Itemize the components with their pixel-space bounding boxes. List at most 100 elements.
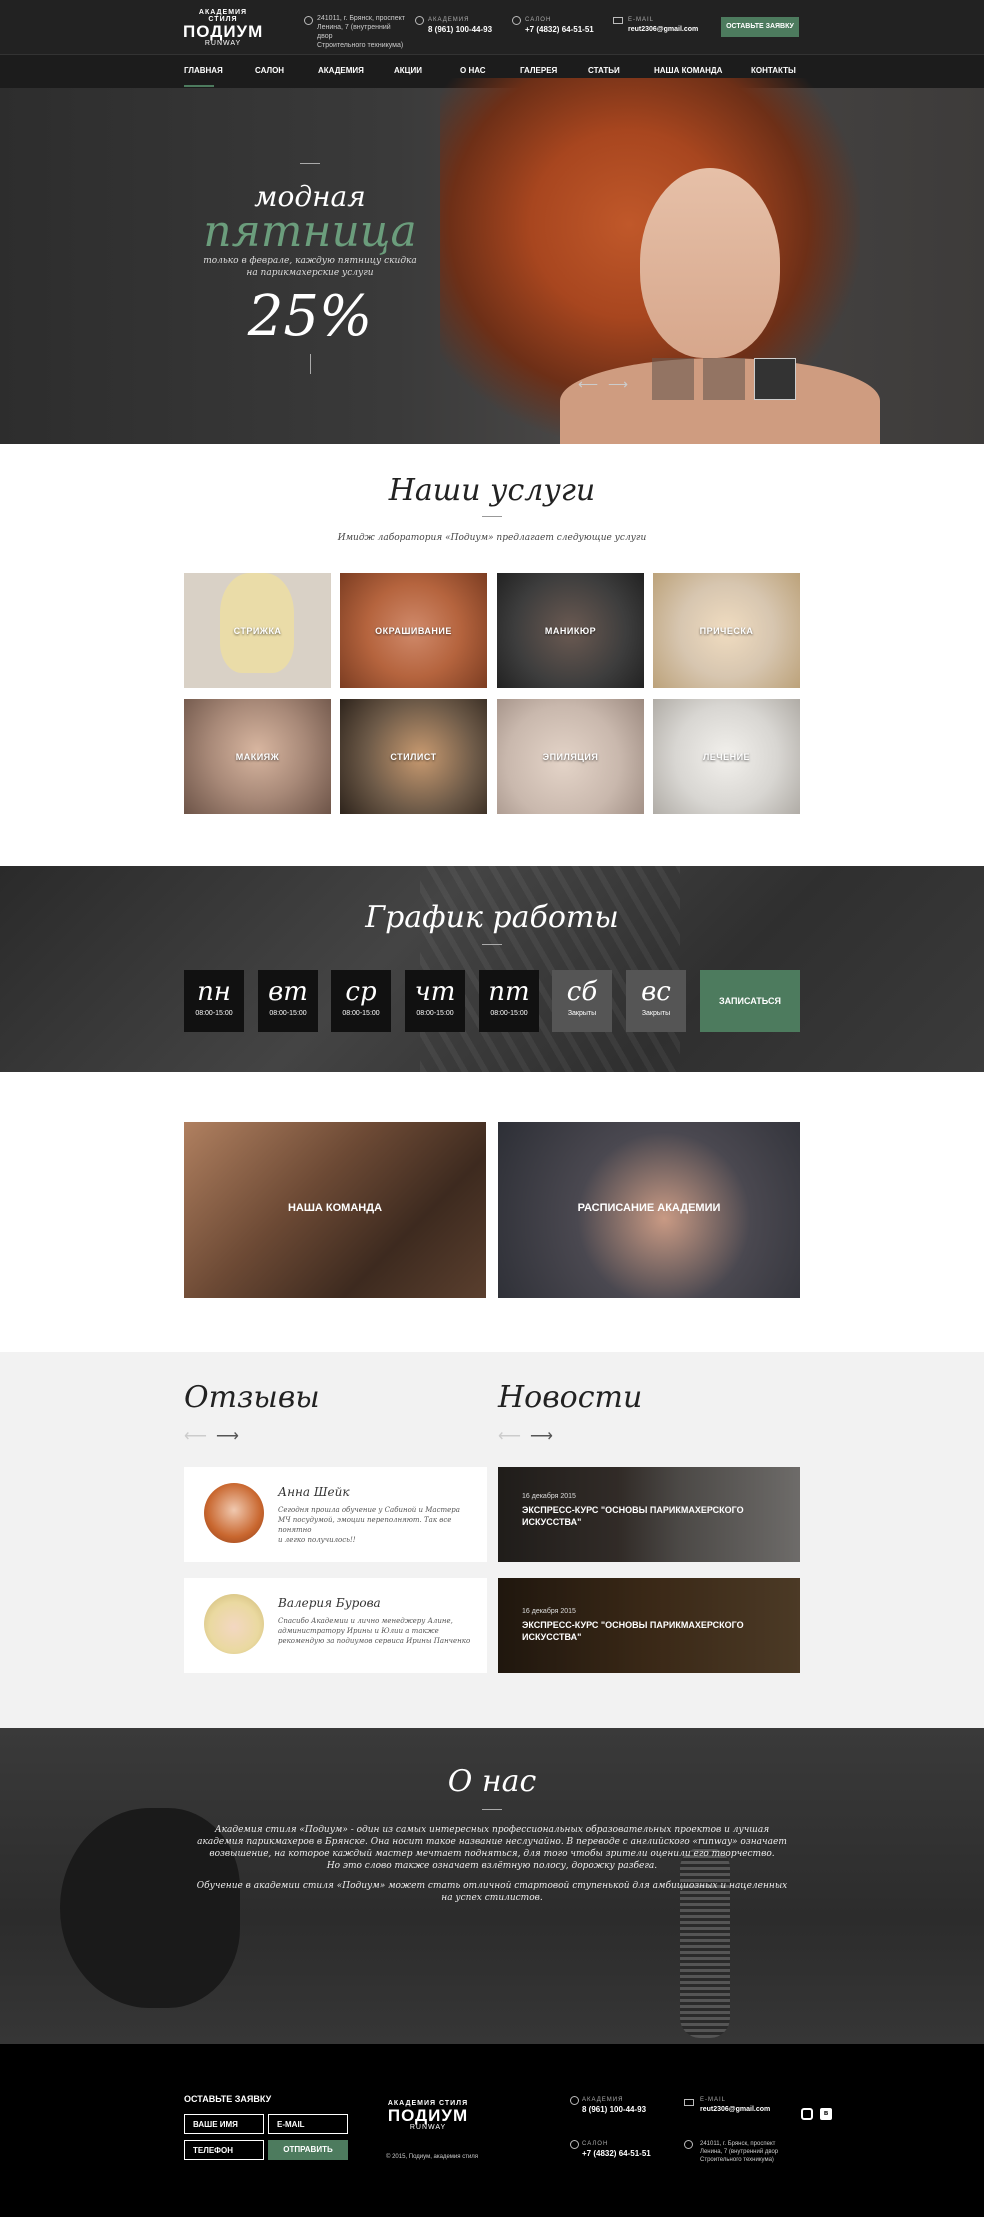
logo-main-text: ПОДИУМ bbox=[183, 22, 264, 41]
service-label: МАКИЯЖ bbox=[235, 752, 280, 762]
day-hours: Закрыты bbox=[641, 1010, 671, 1017]
mail-icon bbox=[613, 17, 623, 24]
phone-number[interactable]: 8 (961) 100-44-93 bbox=[428, 25, 492, 34]
nav-item-salon[interactable]: САЛОН bbox=[255, 66, 284, 75]
nav-item-contacts[interactable]: КОНТАКТЫ bbox=[751, 66, 796, 75]
slider-next-icon[interactable]: ⟶ bbox=[608, 376, 628, 393]
name-input[interactable]: ВАШЕ ИМЯ bbox=[184, 2114, 264, 2134]
phone-caption: АКАДЕМИЯ bbox=[428, 17, 470, 23]
schedule-day-sun: вс Закрыты bbox=[626, 970, 686, 1032]
schedule-bg-combs bbox=[420, 866, 680, 1072]
phone-number[interactable]: +7 (4832) 64-51-51 bbox=[525, 25, 594, 34]
service-tile-hairstyle[interactable]: ПРИЧЕСКА bbox=[653, 573, 800, 688]
service-tile-treatment[interactable]: ЛЕЧЕНИЕ bbox=[653, 699, 800, 814]
address-line: 241011, г. Брянск, проспект bbox=[317, 15, 405, 22]
request-button[interactable]: ОСТАВЬТЕ ЗАЯВКУ bbox=[721, 17, 799, 37]
team-promo-block[interactable]: НАША КОМАНДА bbox=[184, 1122, 486, 1298]
about-text-line: Но это слово также означает взлётную пол… bbox=[326, 1861, 658, 1871]
news-date: 16 декабря 2015 bbox=[522, 1493, 576, 1500]
copyright: © 2015, Подиум, академия стиля bbox=[386, 2154, 479, 2160]
news-card[interactable]: 16 декабря 2015 ЭКСПРЕСС-КУРС "ОСНОВЫ ПА… bbox=[498, 1578, 800, 1673]
email-link[interactable]: reut2306@gmail.com bbox=[628, 25, 698, 34]
news-title: Новости bbox=[498, 1380, 643, 1415]
address-line: Ленина, 7 (внутренний двор bbox=[700, 2149, 779, 2155]
footer-email: E-MAIL reut2306@gmail.com bbox=[700, 2096, 770, 2114]
review-text-line: и легко получилось!! bbox=[278, 1536, 356, 1544]
service-label: СТИЛИСТ bbox=[390, 752, 437, 762]
team-promo-label: НАША КОМАНДА bbox=[287, 1202, 383, 1214]
nav-item-about[interactable]: О НАС bbox=[460, 66, 486, 75]
news-headline-line: ИСКУССТВА" bbox=[522, 1517, 582, 1527]
header-email: E-MAIL reut2306@gmail.com bbox=[628, 16, 698, 34]
service-tile-haircut[interactable]: СТРИЖКА bbox=[184, 573, 331, 688]
day-hours: 08:00-15:00 bbox=[342, 1010, 380, 1017]
submit-button[interactable]: ОТПРАВИТЬ bbox=[268, 2140, 348, 2160]
footer-address: 241011, г. Брянск, проспект Ленина, 7 (в… bbox=[700, 2140, 778, 2164]
nav-item-academy[interactable]: АКАДЕМИЯ bbox=[318, 66, 364, 75]
logo[interactable]: АКАДЕМИЯ СТИЛЯ ПОДИУМ RUNWAY bbox=[183, 9, 263, 47]
day-name: пт bbox=[488, 977, 530, 1007]
schedule-day-sat: сб Закрыты bbox=[552, 970, 612, 1032]
footer-logo[interactable]: АКАДЕМИЯ СТИЛЯ ПОДИУМ RUNWAY bbox=[386, 2100, 470, 2131]
slider-thumb[interactable] bbox=[703, 358, 745, 400]
instagram-icon[interactable] bbox=[801, 2108, 813, 2120]
service-image-hair bbox=[220, 573, 294, 673]
service-tile-epilation[interactable]: ЭПИЛЯЦИЯ bbox=[497, 699, 644, 814]
top-bar: АКАДЕМИЯ СТИЛЯ ПОДИУМ RUNWAY 241011, г. … bbox=[0, 0, 984, 54]
email-link[interactable]: reut2306@gmail.com bbox=[700, 2105, 770, 2114]
phone-number[interactable]: 8 (961) 100-44-93 bbox=[582, 2105, 646, 2114]
slider-thumb-active[interactable] bbox=[754, 358, 796, 400]
signup-button[interactable]: ЗАПИСАТЬСЯ bbox=[700, 970, 800, 1032]
service-tile-coloring[interactable]: ОКРАШИВАНИЕ bbox=[340, 573, 487, 688]
email-input[interactable]: E-MAIL bbox=[268, 2114, 348, 2134]
news-date: 16 декабря 2015 bbox=[522, 1608, 576, 1615]
phone-input[interactable]: ТЕЛЕФОН bbox=[184, 2140, 264, 2160]
slider-prev-icon[interactable]: ⟵ bbox=[578, 376, 598, 393]
phone-number[interactable]: +7 (4832) 64-51-51 bbox=[582, 2149, 651, 2158]
news-headline-line: ЭКСПРЕСС-КУРС "ОСНОВЫ ПАРИКМАХЕРСКОГО bbox=[522, 1505, 744, 1515]
reviews-title: Отзывы bbox=[184, 1380, 320, 1415]
day-name: пн bbox=[197, 977, 231, 1007]
nav-item-articles[interactable]: СТАТЬИ bbox=[588, 66, 620, 75]
service-tile-stylist[interactable]: СТИЛИСТ bbox=[340, 699, 487, 814]
location-icon bbox=[304, 16, 313, 25]
hero-divider-top bbox=[300, 163, 320, 164]
review-text-line: Спасибо Академии и лично менеджеру Алине… bbox=[278, 1617, 453, 1625]
service-label: ОКРАШИВАНИЕ bbox=[375, 626, 452, 636]
about-text: Академия стиля «Подиум» - один из самых … bbox=[160, 1824, 824, 1904]
review-author: Валерия Бурова bbox=[278, 1596, 381, 1610]
nav-item-gallery[interactable]: ГАЛЕРЕЯ bbox=[520, 66, 557, 75]
header-phone-salon: САЛОН +7 (4832) 64-51-51 bbox=[525, 16, 594, 34]
address-line: Строительного техникума) bbox=[317, 42, 404, 49]
service-tile-manicure[interactable]: МАНИКЮР bbox=[497, 573, 644, 688]
address-line: Строительного техникума) bbox=[700, 2157, 774, 2163]
location-icon bbox=[684, 2140, 693, 2149]
nav-item-home[interactable]: ГЛАВНАЯ bbox=[184, 66, 223, 75]
reviews-prev-icon[interactable]: ⟵ bbox=[184, 1426, 207, 1446]
schedule-day-fri: пт 08:00-15:00 bbox=[479, 970, 539, 1032]
phone-caption: САЛОН bbox=[525, 17, 552, 23]
nav-item-team[interactable]: НАША КОМАНДА bbox=[654, 66, 722, 75]
avatar bbox=[204, 1594, 264, 1654]
day-name: чт bbox=[414, 977, 456, 1007]
about-text-line: Обучение в академии стиля «Подиум» может… bbox=[196, 1881, 788, 1891]
address-line: 241011, г. Брянск, проспект bbox=[700, 2141, 776, 2147]
service-label: ЛЕЧЕНИЕ bbox=[702, 752, 751, 762]
logo-sub-text: RUNWAY bbox=[409, 2124, 447, 2131]
academy-schedule-block[interactable]: РАСПИСАНИЕ АКАДЕМИИ bbox=[498, 1122, 800, 1298]
reviews-next-icon[interactable]: ⟶ bbox=[216, 1426, 239, 1446]
day-name: ср bbox=[345, 977, 377, 1007]
vk-icon[interactable]: в bbox=[820, 2108, 832, 2120]
phone-icon bbox=[415, 16, 424, 25]
news-next-icon[interactable]: ⟶ bbox=[530, 1426, 553, 1446]
news-prev-icon[interactable]: ⟵ bbox=[498, 1426, 521, 1446]
service-tile-makeup[interactable]: МАКИЯЖ bbox=[184, 699, 331, 814]
slider-thumb[interactable] bbox=[652, 358, 694, 400]
nav-item-promo[interactable]: АКЦИИ bbox=[394, 66, 422, 75]
phone-caption: АКАДЕМИЯ bbox=[582, 2097, 624, 2103]
news-headline-line: ИСКУССТВА" bbox=[522, 1632, 582, 1642]
schedule-section: График работы bbox=[0, 866, 984, 1072]
header-phone-academy: АКАДЕМИЯ 8 (961) 100-44-93 bbox=[428, 16, 492, 34]
mail-icon bbox=[684, 2099, 694, 2106]
news-card[interactable]: 16 декабря 2015 ЭКСПРЕСС-КУРС "ОСНОВЫ ПА… bbox=[498, 1467, 800, 1562]
